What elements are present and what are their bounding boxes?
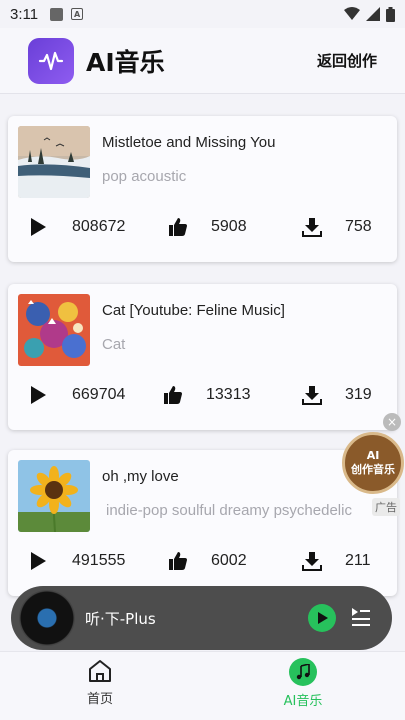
song-cover bbox=[18, 294, 90, 366]
notification-icon bbox=[50, 7, 64, 21]
soundwave-icon bbox=[38, 51, 64, 70]
like-stat[interactable]: 13313 bbox=[163, 380, 251, 410]
like-count: 6002 bbox=[211, 552, 247, 569]
floating-ad-button[interactable]: AI 创作音乐 bbox=[342, 432, 404, 494]
player-track-name: 听·下-Plus bbox=[85, 610, 156, 628]
download-count: 211 bbox=[345, 552, 371, 569]
playlist-icon[interactable] bbox=[350, 606, 372, 628]
play-icon bbox=[31, 386, 46, 404]
song-title: Cat [Youtube: Feline Music] bbox=[102, 302, 285, 319]
song-cover bbox=[18, 126, 90, 198]
download-stat[interactable]: 319 bbox=[302, 380, 372, 410]
play-stat[interactable]: 669704 bbox=[28, 380, 125, 410]
page-title: AI音乐 bbox=[86, 47, 165, 77]
music-note-icon bbox=[289, 658, 317, 686]
song-cover bbox=[18, 460, 90, 532]
song-card[interactable]: Cat [Youtube: Feline Music] Cat 669704 1… bbox=[8, 284, 397, 430]
signal-icon bbox=[366, 7, 380, 21]
status-time: 3:11 bbox=[10, 5, 39, 23]
ad-badge: 广告 bbox=[372, 498, 400, 516]
tab-home-label: 首页 bbox=[86, 692, 113, 707]
play-icon bbox=[31, 552, 46, 570]
download-icon bbox=[302, 218, 322, 237]
song-title: oh ,my love bbox=[102, 468, 179, 485]
song-card[interactable]: oh ,my love indie-pop soulful dreamy psy… bbox=[8, 450, 397, 596]
ad-close-button[interactable]: × bbox=[383, 413, 401, 431]
song-stats: 491555 6002 211 bbox=[8, 546, 397, 576]
download-count: 758 bbox=[345, 218, 372, 235]
like-stat[interactable]: 5908 bbox=[168, 212, 247, 242]
song-tags: pop acoustic bbox=[102, 168, 187, 185]
vinyl-disc-icon bbox=[19, 590, 75, 646]
tab-ai-music[interactable]: AI音乐 bbox=[243, 658, 363, 709]
song-tags: Cat bbox=[102, 336, 126, 353]
tab-home[interactable]: 首页 bbox=[40, 658, 160, 707]
player-play-button[interactable] bbox=[308, 604, 336, 632]
keyboard-icon: A bbox=[71, 8, 84, 20]
play-stat[interactable]: 808672 bbox=[28, 212, 125, 242]
play-stat[interactable]: 491555 bbox=[28, 546, 125, 576]
song-title: Mistletoe and Missing You bbox=[102, 134, 276, 151]
download-count: 319 bbox=[345, 386, 372, 403]
home-icon bbox=[89, 660, 111, 682]
app-logo bbox=[28, 37, 74, 84]
thumbs-up-icon bbox=[164, 386, 182, 404]
download-stat[interactable]: 211 bbox=[302, 546, 371, 576]
play-icon bbox=[318, 612, 328, 624]
back-to-create-button[interactable]: 返回创作 bbox=[317, 50, 377, 71]
song-tags: indie-pop soulful dreamy psychedelic bbox=[106, 502, 352, 519]
play-count: 808672 bbox=[72, 218, 126, 235]
ad-line2: 创作音乐 bbox=[351, 463, 395, 476]
bottom-tab-bar: 首页 AI音乐 bbox=[0, 651, 405, 720]
download-stat[interactable]: 758 bbox=[302, 212, 372, 242]
status-bar: 3:11 A bbox=[0, 0, 405, 28]
wifi-icon bbox=[344, 7, 360, 20]
song-stats: 669704 13313 319 bbox=[8, 380, 397, 410]
thumbs-up-icon bbox=[169, 552, 187, 570]
song-card[interactable]: Mistletoe and Missing You pop acoustic 8… bbox=[8, 116, 397, 262]
play-icon bbox=[31, 218, 46, 236]
download-icon bbox=[302, 552, 322, 571]
song-stats: 808672 5908 758 bbox=[8, 212, 397, 242]
thumbs-up-icon bbox=[169, 218, 187, 236]
ad-line1: AI bbox=[366, 449, 380, 462]
like-stat[interactable]: 6002 bbox=[168, 546, 247, 576]
like-count: 5908 bbox=[211, 218, 247, 235]
like-count: 13313 bbox=[206, 386, 251, 403]
battery-icon bbox=[386, 6, 395, 22]
tab-ai-music-label: AI音乐 bbox=[283, 694, 323, 709]
play-count: 669704 bbox=[72, 386, 126, 403]
app-header: AI音乐 返回创作 bbox=[0, 28, 405, 94]
download-icon bbox=[302, 386, 322, 405]
play-count: 491555 bbox=[72, 552, 126, 569]
mini-player[interactable]: 听·下-Plus bbox=[11, 586, 392, 650]
